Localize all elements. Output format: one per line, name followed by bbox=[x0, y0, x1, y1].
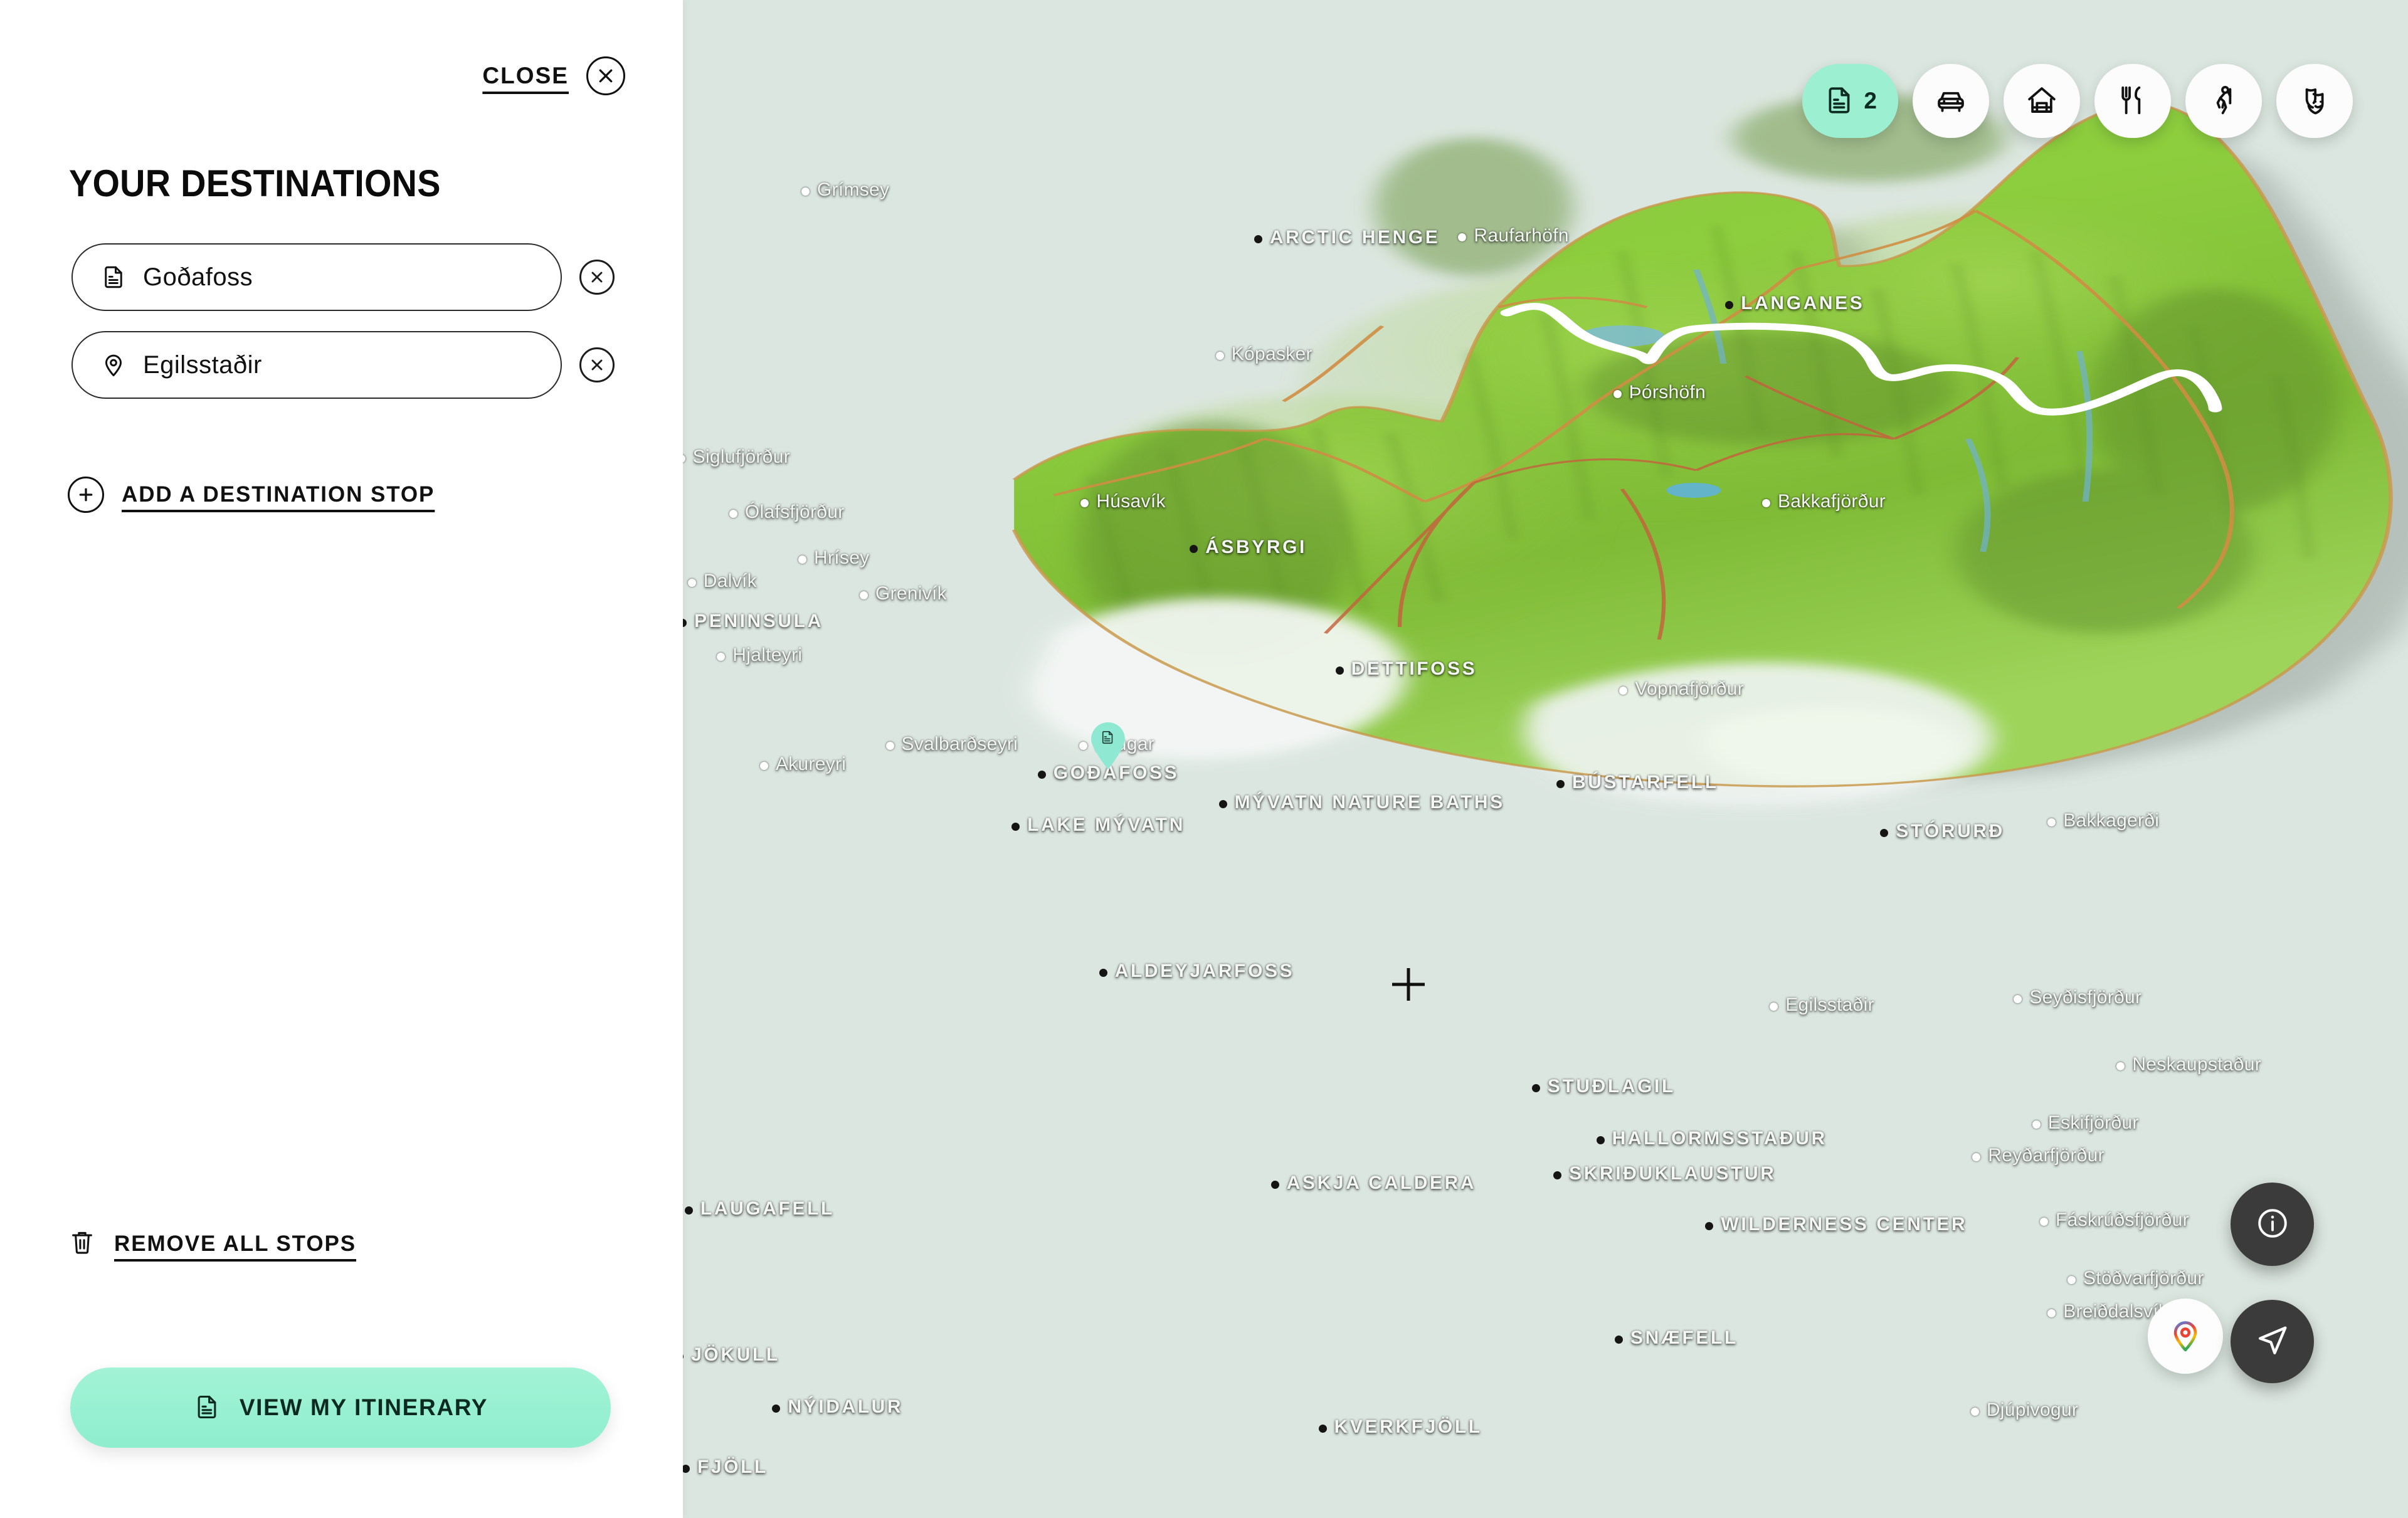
destination-input-2[interactable]: Egilsstaðir bbox=[71, 331, 562, 399]
document-icon bbox=[193, 1393, 221, 1423]
tab-car-rental[interactable] bbox=[1913, 64, 1989, 138]
navigate-icon bbox=[2254, 1322, 2291, 1361]
tab-activities[interactable] bbox=[2185, 64, 2262, 138]
theater-masks-icon bbox=[2298, 83, 2331, 119]
page-title: YOUR DESTINATIONS bbox=[69, 162, 441, 204]
plus-circle-icon bbox=[68, 477, 104, 513]
add-destination-stop-label: ADD A DESTINATION STOP bbox=[122, 482, 435, 507]
map-pin-icon bbox=[100, 352, 127, 378]
add-destination-stop-button[interactable]: ADD A DESTINATION STOP bbox=[68, 477, 435, 513]
info-icon bbox=[2254, 1205, 2291, 1243]
navigate-button[interactable] bbox=[2231, 1300, 2314, 1383]
document-icon bbox=[1824, 85, 1855, 118]
close-label[interactable]: CLOSE bbox=[482, 63, 569, 89]
remove-all-stops-label: REMOVE ALL STOPS bbox=[114, 1231, 357, 1256]
destination-name-1: Goðafoss bbox=[143, 263, 253, 291]
tab-itinerary[interactable]: 2 bbox=[1802, 64, 1898, 138]
tab-food[interactable] bbox=[2094, 64, 2171, 138]
destinations-sidebar: CLOSE YOUR DESTINATIONS Goðafoss Egilsst… bbox=[0, 0, 683, 1518]
itinerary-count-badge: 2 bbox=[1864, 88, 1877, 113]
trash-icon bbox=[68, 1228, 97, 1260]
tab-entertainment[interactable] bbox=[2276, 64, 2353, 138]
document-icon bbox=[100, 264, 127, 290]
remove-destination-1-button[interactable] bbox=[579, 260, 615, 295]
map-terrain bbox=[1011, 94, 2408, 807]
route-start-marker[interactable] bbox=[1089, 721, 1127, 773]
close-icon[interactable] bbox=[586, 56, 625, 95]
hiking-icon bbox=[2207, 83, 2241, 119]
destination-row-2: Egilsstaðir bbox=[71, 331, 623, 399]
view-my-itinerary-label: VIEW MY ITINERARY bbox=[239, 1394, 488, 1420]
destination-name-2: Egilsstaðir bbox=[143, 351, 262, 379]
tab-accommodation[interactable] bbox=[2004, 64, 2080, 138]
open-in-google-maps-button[interactable] bbox=[2148, 1299, 2223, 1374]
remove-destination-2-button[interactable] bbox=[579, 347, 615, 382]
destination-list: Goðafoss Egilsstaðir bbox=[71, 243, 623, 419]
remove-all-stops-button[interactable]: REMOVE ALL STOPS bbox=[68, 1228, 356, 1260]
destination-row-1: Goðafoss bbox=[71, 243, 623, 311]
close-panel-control[interactable]: CLOSE bbox=[482, 56, 625, 95]
restaurant-icon bbox=[2116, 83, 2150, 119]
car-icon bbox=[1934, 83, 1968, 119]
trip-planner-app: CLOSE YOUR DESTINATIONS Goðafoss Egilsst… bbox=[0, 0, 2408, 1518]
destination-input-1[interactable]: Goðafoss bbox=[71, 243, 562, 311]
map-info-button[interactable] bbox=[2231, 1183, 2314, 1266]
lodging-icon bbox=[2025, 83, 2059, 119]
google-maps-pin-icon bbox=[2167, 1317, 2204, 1356]
map-filter-toolbar: 2 bbox=[1802, 64, 2353, 138]
map-canvas[interactable]: Grímsey Raufarhöfn LANGANES Kópasker Þórshöf… bbox=[683, 0, 2408, 1518]
view-my-itinerary-button[interactable]: VIEW MY ITINERARY bbox=[70, 1368, 611, 1448]
